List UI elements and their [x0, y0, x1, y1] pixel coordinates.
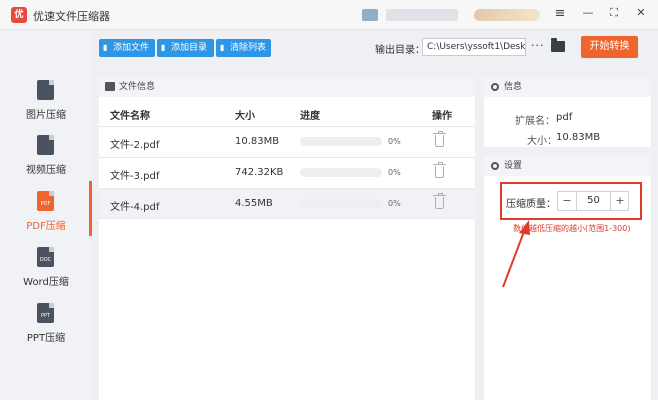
size-label: 大小： — [527, 136, 557, 147]
file-name: 文件-2.pdf — [110, 140, 160, 151]
close-icon[interactable]: ✕ — [633, 6, 649, 19]
file-list-panel: 文件信息 文件名称 大小 进度 操作 文件-2.pdf 10.83MB 0% 文… — [99, 77, 475, 400]
sidebar-item-video[interactable]: 视频压缩 — [0, 135, 92, 190]
sidebar-item-image[interactable]: 图片压缩 — [0, 80, 92, 135]
file-panel-header: 文件信息 — [99, 77, 475, 97]
folder-add-icon: ▮ — [161, 43, 166, 52]
delete-icon[interactable] — [433, 193, 446, 209]
col-action: 操作 — [432, 111, 452, 122]
info-panel-header: 信息 — [484, 77, 651, 97]
settings-panel-header: 设置 — [484, 156, 651, 176]
size-value: 10.83MB — [556, 132, 601, 143]
sidebar-item-label: Word压缩 — [23, 277, 69, 288]
sidebar-item-word[interactable]: DOC Word压缩 — [0, 247, 92, 302]
trash-icon: ▮ — [220, 43, 225, 52]
col-progress: 进度 — [300, 111, 320, 122]
col-name: 文件名称 — [110, 111, 150, 122]
ppt-file-icon: PPT — [37, 303, 54, 323]
add-file-label: 添加文件 — [113, 43, 150, 53]
file-size: 10.83MB — [235, 136, 280, 147]
decrement-button[interactable]: − — [558, 192, 576, 210]
folder-icon[interactable] — [551, 38, 565, 52]
sidebar-item-pdf[interactable]: PDF PDF压缩 — [0, 191, 92, 246]
maximize-icon[interactable]: ⛶ — [606, 6, 622, 20]
add-file-button[interactable]: ▮ 添加文件 — [99, 39, 155, 57]
progress-percent: 0% — [388, 199, 401, 208]
gear-icon — [491, 83, 499, 91]
quality-value[interactable]: 50 — [576, 192, 611, 210]
minimize-icon[interactable]: — — [580, 6, 596, 19]
increment-button[interactable]: + — [611, 192, 629, 210]
clear-list-label: 清除列表 — [230, 43, 267, 53]
add-dir-label: 添加目录 — [171, 43, 208, 53]
file-panel-title: 文件信息 — [119, 82, 156, 92]
app-logo: 优 — [11, 7, 27, 23]
progress-percent: 0% — [388, 137, 401, 146]
sidebar-item-label: PDF压缩 — [26, 221, 66, 232]
sidebar-item-label: 图片压缩 — [26, 110, 66, 121]
gear-icon — [491, 162, 499, 170]
sidebar-item-label: PPT压缩 — [26, 333, 66, 344]
delete-icon[interactable] — [433, 131, 446, 147]
file-size: 742.32KB — [235, 167, 284, 178]
title-bar: 优 优速文件压缩器 ≡ — ⛶ ✕ — [0, 0, 658, 30]
output-dir-input[interactable]: C:\Users\yssoft1\Deskt — [422, 38, 526, 56]
output-dir-label: 输出目录： — [375, 45, 425, 56]
start-convert-button[interactable]: 开始转换 — [581, 36, 638, 58]
table-row[interactable]: 文件-2.pdf 10.83MB 0% — [99, 126, 475, 157]
image-icon — [105, 82, 115, 91]
progress-percent: 0% — [388, 168, 401, 177]
app-title: 优速文件压缩器 — [33, 10, 110, 23]
progress-bar — [300, 137, 382, 146]
image-file-icon — [37, 80, 54, 100]
info-panel: 信息 扩展名： pdf 大小： 10.83MB — [484, 77, 651, 147]
delete-icon[interactable] — [433, 162, 446, 178]
col-size: 大小 — [235, 111, 255, 122]
progress-bar — [300, 199, 382, 208]
progress-bar — [300, 168, 382, 177]
file-add-icon: ▮ — [103, 43, 108, 52]
quality-label: 压缩质量： — [506, 199, 556, 210]
more-options-button[interactable]: ··· — [531, 39, 545, 52]
info-panel-title: 信息 — [504, 82, 523, 92]
user-name-redacted — [386, 9, 458, 21]
pdf-file-icon: PDF — [37, 191, 54, 211]
table-row[interactable]: 文件-3.pdf 742.32KB 0% — [99, 157, 475, 188]
sidebar-item-label: 视频压缩 — [26, 165, 66, 176]
menu-icon[interactable]: ≡ — [552, 6, 568, 21]
file-size: 4.55MB — [235, 198, 273, 209]
badge-redacted[interactable] — [474, 9, 540, 21]
ext-value: pdf — [556, 112, 573, 123]
file-name: 文件-3.pdf — [110, 171, 160, 182]
sidebar-item-ppt[interactable]: PPT PPT压缩 — [0, 303, 92, 358]
video-file-icon — [37, 135, 54, 155]
quality-stepper[interactable]: − 50 + — [557, 191, 629, 211]
file-name: 文件-4.pdf — [110, 202, 160, 213]
annotation-arrow — [502, 220, 530, 288]
user-avatar[interactable] — [362, 9, 378, 21]
doc-file-icon: DOC — [37, 247, 54, 267]
add-dir-button[interactable]: ▮ 添加目录 — [157, 39, 214, 57]
ext-label: 扩展名： — [515, 116, 555, 127]
clear-list-button[interactable]: ▮ 清除列表 — [216, 39, 271, 57]
table-row[interactable]: 文件-4.pdf 4.55MB 0% — [99, 188, 475, 219]
settings-panel-title: 设置 — [504, 161, 523, 171]
active-indicator — [89, 181, 92, 236]
